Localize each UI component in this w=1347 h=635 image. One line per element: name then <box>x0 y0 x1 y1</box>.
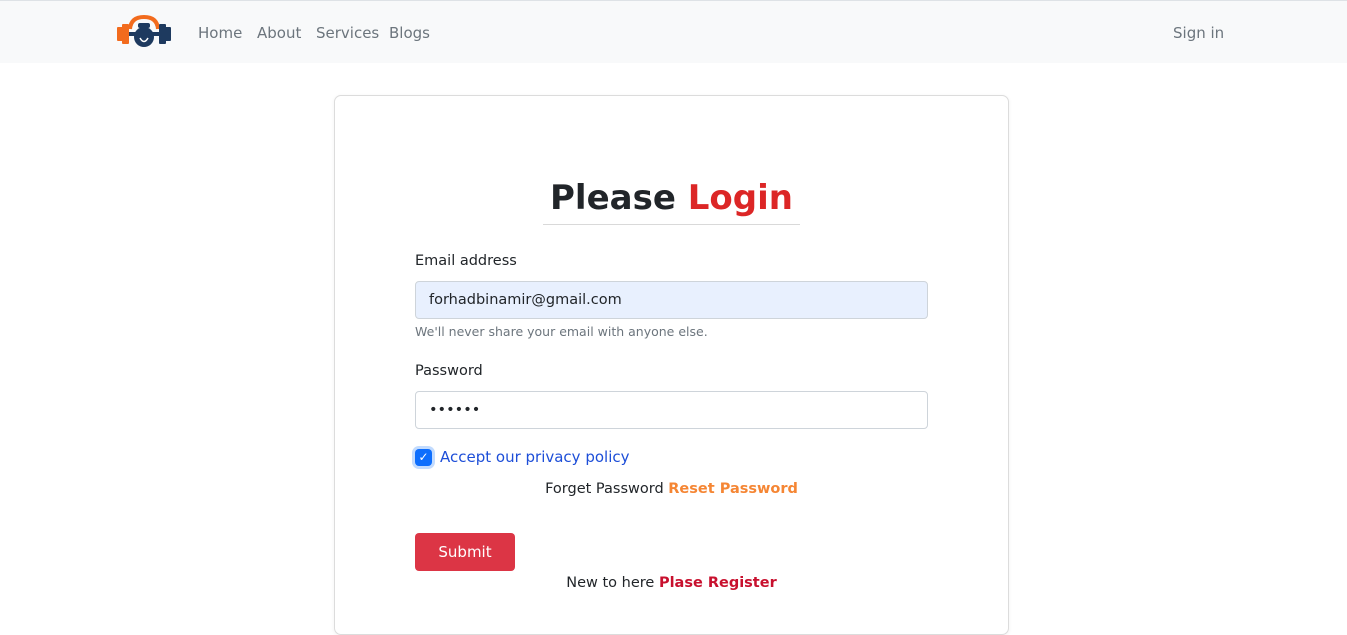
email-field[interactable] <box>415 281 928 319</box>
register-row: New to here Plase Register <box>543 573 800 593</box>
checkmark-icon: ✓ <box>418 450 429 464</box>
navbar: Home About Services Blogs Sign in <box>0 0 1347 63</box>
nav-link-blogs[interactable]: Blogs <box>389 23 430 43</box>
forget-password-row: Forget Password Reset Password <box>543 479 800 499</box>
new-here-text: New to here <box>566 575 655 591</box>
email-help-text: We'll never share your email with anyone… <box>415 324 708 339</box>
nav-link-home[interactable]: Home <box>198 23 242 43</box>
reset-password-link[interactable]: Reset Password <box>668 481 798 497</box>
register-link[interactable]: Plase Register <box>659 575 777 591</box>
sign-in-link[interactable]: Sign in <box>1173 23 1224 43</box>
email-label: Email address <box>415 253 517 269</box>
title-red-text: Login <box>687 178 793 218</box>
nav-link-about[interactable]: About <box>257 23 301 43</box>
brand-logo-icon[interactable] <box>116 14 172 51</box>
nav-link-services[interactable]: Services <box>316 23 379 43</box>
page-title: Please Login <box>543 176 800 220</box>
title-black-text: Please <box>550 178 676 218</box>
submit-button[interactable]: Submit <box>415 533 515 571</box>
title-divider <box>543 224 800 225</box>
password-field[interactable] <box>415 391 928 429</box>
privacy-policy-label[interactable]: Accept our privacy policy <box>440 447 630 467</box>
privacy-policy-checkbox[interactable]: ✓ <box>415 449 432 466</box>
password-label: Password <box>415 363 483 379</box>
forget-password-text: Forget Password <box>545 481 664 497</box>
